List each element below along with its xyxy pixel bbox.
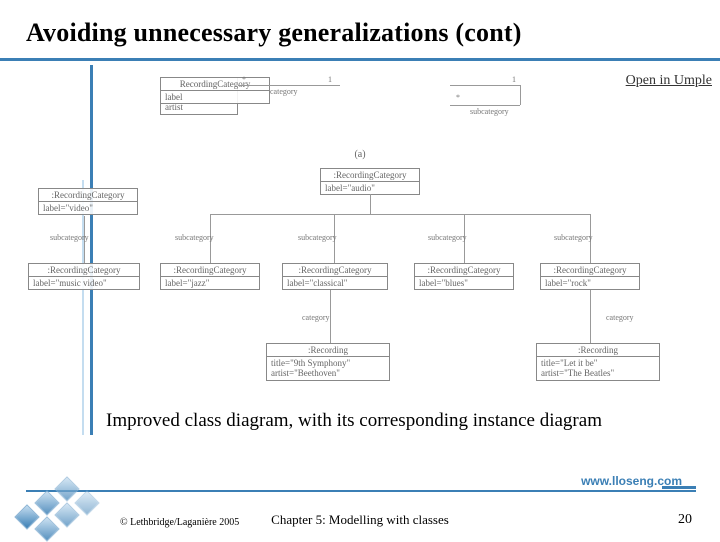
caption-a: (a) — [0, 149, 720, 160]
instance-recording-9th: :Recording title="9th Symphony" artist="… — [266, 343, 390, 381]
instance-video: :RecordingCategory label="video" — [38, 188, 138, 215]
chapter-label: Chapter 5: Modelling with classes — [0, 512, 720, 528]
instance-musicvideo: :RecordingCategory label="music video" — [28, 263, 140, 290]
instance-audio: :RecordingCategory label="audio" — [320, 168, 420, 195]
instance-blues: :RecordingCategory label="blues" — [414, 263, 514, 290]
instance-rock: :RecordingCategory label="rock" — [540, 263, 640, 290]
uml-class-recordingcategory: RecordingCategory label — [160, 77, 270, 104]
page-number: 20 — [678, 512, 692, 528]
open-in-umple-link[interactable]: Open in Umple — [626, 73, 712, 89]
class-diagram-a: Recording title artist RecordingCategory… — [160, 77, 560, 147]
instance-diagram-b: :RecordingCategory label="video" :Record… — [20, 168, 700, 403]
slide-footer: www.lloseng.com © Lethbridge/Laganière 2… — [0, 496, 720, 530]
instance-recording-letitbe: :Recording title="Let it be" artist="The… — [536, 343, 660, 381]
corner-decoration — [8, 480, 98, 540]
page-title: Avoiding unnecessary generalizations (co… — [0, 0, 720, 61]
slide-description: Improved class diagram, with its corresp… — [0, 403, 720, 433]
instance-classical: :RecordingCategory label="classical" — [282, 263, 388, 290]
instance-jazz: :RecordingCategory label="jazz" — [160, 263, 260, 290]
slide-content: Open in Umple Recording title artist Rec… — [0, 61, 720, 433]
